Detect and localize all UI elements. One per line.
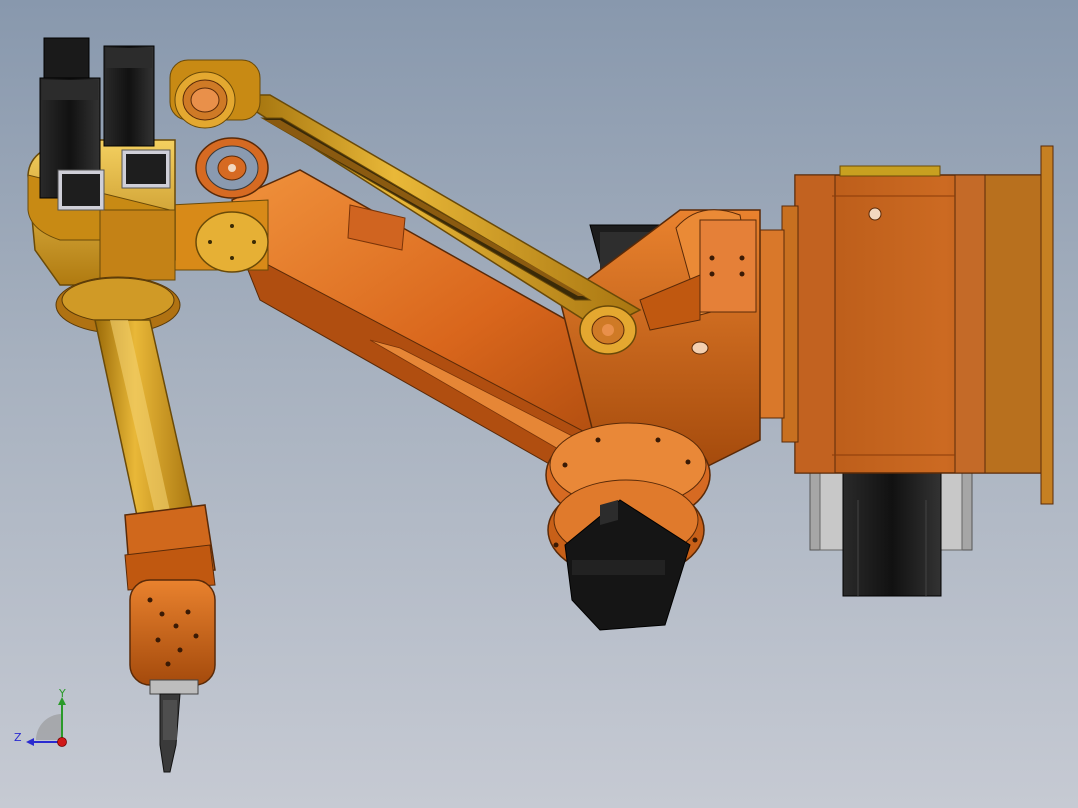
- robot-base: [759, 145, 1054, 597]
- y-axis-label: Y: [59, 687, 66, 700]
- wrist-head: [27, 37, 181, 334]
- forearm-tube: [94, 319, 196, 531]
- end-effector: [124, 504, 216, 773]
- elbow-drive: [545, 422, 711, 631]
- orientation-triad: Y Z: [12, 688, 74, 754]
- origin-point-icon: [57, 737, 67, 747]
- cad-viewport[interactable]: Y Z: [0, 0, 1078, 808]
- base-flange: [1040, 145, 1054, 505]
- robot-arm-model[interactable]: [0, 0, 1078, 808]
- z-axis-label: Z: [14, 731, 22, 744]
